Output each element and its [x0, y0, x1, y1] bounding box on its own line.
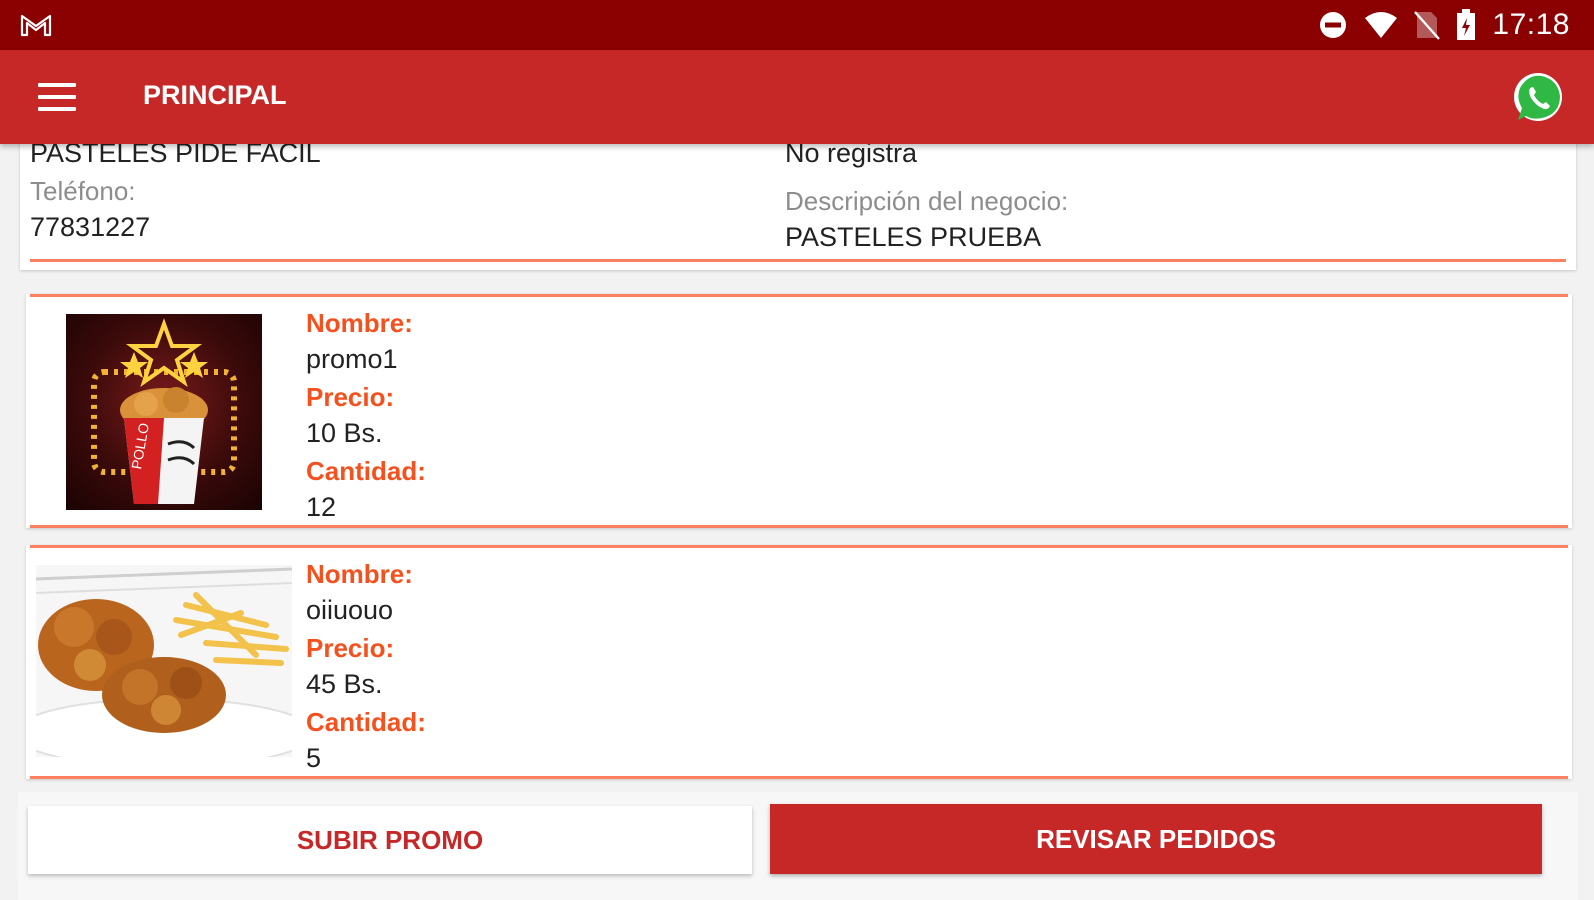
divider	[30, 776, 1568, 779]
hamburger-menu-icon[interactable]	[38, 83, 76, 111]
promo-image: POLLO	[66, 314, 262, 510]
phone-value: 77831227	[30, 212, 151, 242]
divider	[30, 294, 1568, 297]
wifi-icon	[1364, 11, 1398, 39]
name-label: Nombre:	[306, 308, 413, 338]
review-orders-button[interactable]: REVISAR PEDIDOS	[770, 804, 1542, 874]
business-info-card: PASTELES PIDE FACIL No registra Teléfono…	[20, 130, 1576, 270]
quantity-value: 5	[306, 743, 322, 773]
description-value: PASTELES PRUEBA	[785, 222, 1042, 252]
price-label: Precio:	[306, 382, 395, 412]
quantity-label: Cantidad:	[306, 707, 426, 737]
whatsapp-icon[interactable]	[1510, 70, 1566, 126]
status-bar: 17:18	[0, 0, 1594, 50]
phone-label: Teléfono:	[30, 176, 136, 206]
name-value: oiiuouo	[306, 595, 394, 625]
name-value: promo1	[306, 344, 398, 374]
do-not-disturb-icon	[1318, 10, 1348, 40]
status-time: 17:18	[1492, 8, 1570, 41]
upload-promo-button[interactable]: SUBIR PROMO	[28, 806, 752, 874]
gmail-icon	[20, 14, 52, 37]
quantity-label: Cantidad:	[306, 456, 426, 486]
price-value: 45 Bs.	[306, 669, 383, 699]
divider	[30, 259, 1566, 262]
divider	[30, 545, 1568, 548]
description-label: Descripción del negocio:	[785, 186, 1069, 216]
no-sim-icon	[1414, 10, 1441, 40]
promo-image	[36, 565, 292, 757]
promo-card[interactable]: Nombre: oiiuouo Precio: 45 Bs. Cantidad:…	[26, 545, 1572, 779]
name-label: Nombre:	[306, 559, 413, 589]
page-title: PRINCIPAL	[143, 80, 287, 110]
price-label: Precio:	[306, 633, 395, 663]
price-value: 10 Bs.	[306, 418, 383, 448]
promo-card[interactable]: POLLO Nombre: promo1 Precio: 10 Bs. Cant…	[26, 294, 1572, 528]
app-bar: PRINCIPAL	[0, 50, 1594, 144]
battery-icon	[1456, 9, 1476, 41]
quantity-value: 12	[306, 492, 337, 522]
divider	[30, 525, 1568, 528]
